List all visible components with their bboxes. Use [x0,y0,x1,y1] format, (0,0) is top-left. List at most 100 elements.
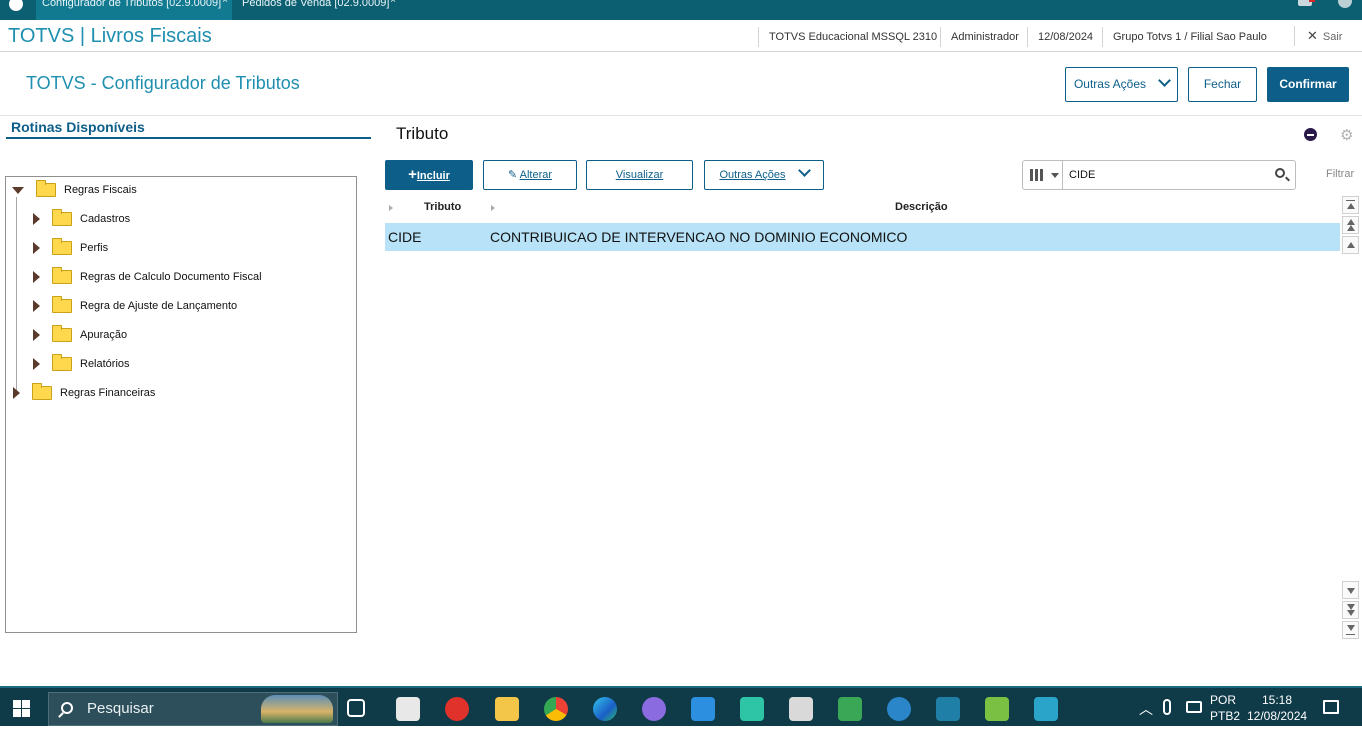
input-language[interactable]: POR PTB2 [1210,692,1240,732]
edit-button[interactable]: ✎ Alterar [483,160,577,190]
available-routines-title: Rotinas Disponíveis [11,119,145,135]
other-actions-label: Outras Ações [719,169,786,181]
search-input[interactable]: CIDE [1069,161,1095,189]
app-header: TOTVS | Livros Fiscais TOTVS Educacional… [0,20,1362,52]
tree-node-cadastros[interactable]: Cadastros [33,208,130,230]
title-underline [6,137,371,139]
grid-header: Tributo Descrição [385,199,1340,219]
app-icon-green[interactable] [838,697,862,721]
chrome-icon[interactable] [544,697,568,721]
section-title: Tributo [396,124,449,143]
scroll-last-button[interactable] [1342,621,1359,639]
scroll-first-button[interactable] [1342,196,1359,214]
app-icon-monitor[interactable] [1034,697,1058,721]
app-icon-red[interactable] [445,697,469,721]
tree-node-apuracao[interactable]: Apuração [33,324,127,346]
app-icon-gray[interactable] [789,697,813,721]
vscode-icon[interactable] [691,697,715,721]
folder-icon [52,296,72,314]
other-actions-button[interactable]: Outras Ações [1065,67,1178,102]
gear-icon[interactable]: ⚙ [1340,126,1353,144]
tab-configurador-de-tributos[interactable]: Configurador de Tributos [02.9.0009] × [36,0,232,20]
close-button[interactable]: Fechar [1188,67,1257,102]
amazon-music-icon[interactable] [740,697,764,721]
taskbar-search[interactable]: Pesquisar [48,692,338,726]
tab-label: Configurador de Tributos [02.9.0009] [42,0,222,9]
table-row[interactable]: CIDE CONTRIBUICAO DE INTERVENCAO NO DOMI… [385,223,1340,251]
status-legend-icon[interactable] [1304,128,1317,141]
tree-connector [16,197,17,395]
sort-icon[interactable] [491,205,495,211]
collapsed-arrow-icon[interactable] [33,242,40,255]
tree-node-relatorios[interactable]: Relatórios [33,353,130,375]
add-button[interactable]: +Incluir [385,160,473,190]
other-actions-label: Outras Ações [1073,77,1147,91]
confirm-button[interactable]: Confirmar [1267,67,1349,102]
routines-tree: Regras Fiscais Cadastros Perfis Regras d… [5,176,357,633]
file-explorer-icon[interactable] [495,697,519,721]
tab-label: Pedidos de Venda [02.9.0009] [242,0,390,9]
grid-other-actions-button[interactable]: Outras Ações [704,160,824,190]
help-icon[interactable] [1338,0,1352,8]
close-icon: ✕ [1307,28,1318,43]
tree-node-regras-de-calculo[interactable]: Regras de Calculo Documento Fiscal [33,266,262,288]
cell-descricao: CONTRIBUICAO DE INTERVENCAO NO DOMINIO E… [490,229,908,245]
chat-app-icon[interactable] [642,697,666,721]
scroll-up-button[interactable] [1342,236,1359,254]
scroll-page-down-button[interactable] [1342,601,1359,619]
filter-button[interactable]: Filtrar [1326,168,1354,180]
tree-node-regras-fiscais[interactable]: Regras Fiscais [12,179,137,201]
chevron-down-icon [797,164,811,177]
totvs-logo-icon [6,0,26,14]
notifications-icon[interactable] [1323,700,1339,714]
notification-icon[interactable] [1298,0,1315,6]
edit-label: Alterar [519,169,553,181]
tree-node-perfis[interactable]: Perfis [33,237,108,259]
clock[interactable]: 15:18 12/08/2024 [1247,692,1307,732]
collapsed-arrow-icon[interactable] [33,271,40,284]
collapsed-arrow-icon[interactable] [33,213,40,226]
tree-node-label: Perfis [80,242,109,254]
column-selector[interactable] [1023,161,1063,189]
collapsed-arrow-icon[interactable] [33,358,40,371]
network-app-icon[interactable] [396,697,420,721]
collapsed-arrow-icon[interactable] [33,300,40,313]
tab-close-icon[interactable]: × [390,0,396,6]
column-header-tributo[interactable]: Tributo [424,201,461,213]
microphone-icon[interactable] [1163,699,1171,715]
app-icon-chart[interactable] [985,697,1009,721]
collapsed-arrow-icon[interactable] [33,329,40,342]
search-icon[interactable] [1275,168,1285,178]
scroll-page-up-button[interactable] [1342,216,1359,234]
scroll-down-button[interactable] [1342,581,1359,599]
tree-node-label: Cadastros [80,213,131,225]
tree-node-label: Regras Financeiras [60,387,156,399]
sort-icon[interactable] [389,205,393,211]
environment-label: TOTVS Educacional MSSQL 2310 [758,27,937,47]
windows-start-icon[interactable] [13,700,30,717]
tab-close-icon[interactable]: × [222,0,228,6]
app-icon-blue-circle[interactable] [887,697,911,721]
column-header-descricao[interactable]: Descrição [895,201,948,213]
battery-icon[interactable] [1186,701,1202,713]
folder-open-icon [36,180,56,198]
tree-node-regra-de-ajuste[interactable]: Regra de Ajuste de Lançamento [33,295,237,317]
tree-node-label: Regras de Calculo Documento Fiscal [80,271,262,283]
taskbar-search-placeholder: Pesquisar [87,700,154,717]
exit-button[interactable]: ✕ Sair [1294,26,1342,46]
branch-label: Grupo Totvs 1 / Filial Sao Paulo [1102,27,1267,47]
user-label: Administrador [940,27,1019,47]
task-view-icon[interactable] [347,699,365,717]
app-title: TOTVS | Livros Fiscais [8,25,212,47]
view-button[interactable]: Visualizar [586,160,693,190]
tab-pedidos-de-venda[interactable]: Pedidos de Venda [02.9.0009] × [236,0,400,20]
taskbar: Pesquisar ︿ POR PTB2 15:18 12/08/2024 [0,686,1362,726]
tray-overflow-icon[interactable]: ︿ [1139,699,1153,739]
collapsed-arrow-icon[interactable] [13,387,20,400]
expanded-arrow-icon[interactable] [12,186,24,194]
search-field[interactable]: CIDE [1022,160,1296,190]
tree-node-regras-financeiras[interactable]: Regras Financeiras [13,382,155,404]
edge-icon[interactable] [593,697,617,721]
caret-down-icon [1051,173,1059,178]
remote-desktop-icon[interactable] [936,697,960,721]
